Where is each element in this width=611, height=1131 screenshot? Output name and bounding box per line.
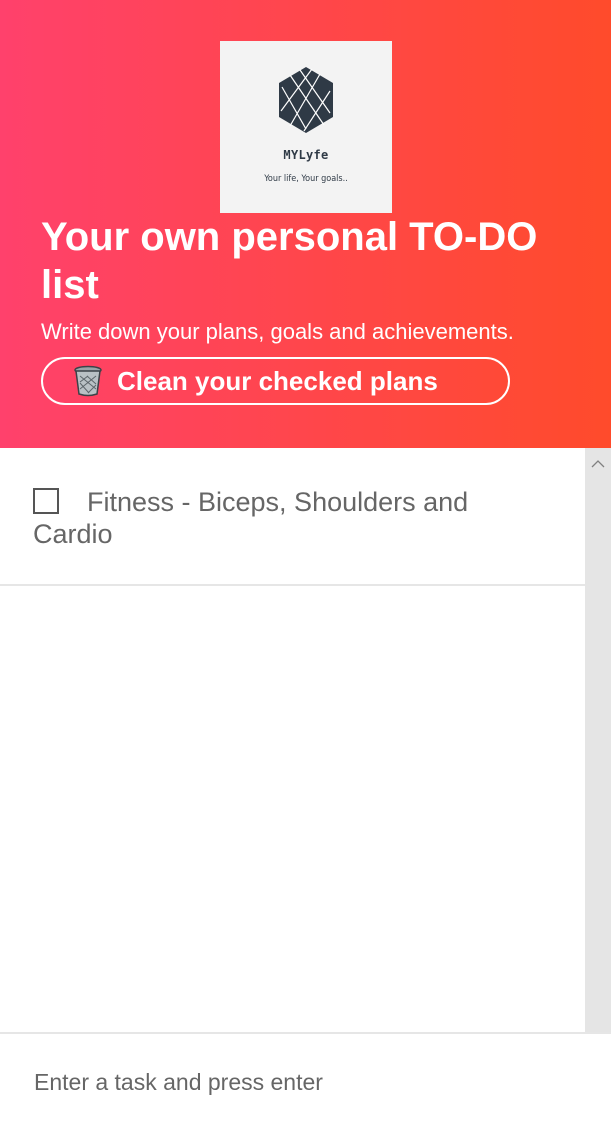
task-input[interactable]: [34, 1062, 574, 1102]
logo-name: MYLyfe: [283, 148, 329, 162]
hexagon-logo-icon: [279, 67, 333, 133]
list-item: Fitness - Biceps, Shoulders and Cardio: [0, 448, 585, 586]
clean-button-label: Clean your checked plans: [117, 365, 438, 396]
clean-checked-button[interactable]: Clean your checked plans: [41, 357, 510, 405]
task-list: Fitness - Biceps, Shoulders and Cardio: [0, 448, 585, 1032]
hero-header: MYLyfe Your life, Your goals.. Your own …: [0, 0, 611, 448]
scrollbar[interactable]: [585, 448, 611, 1032]
page-subtitle: Write down your plans, goals and achieve…: [41, 319, 514, 344]
todo-app: MYLyfe Your life, Your goals.. Your own …: [0, 0, 611, 1131]
scroll-up-arrow-icon[interactable]: [585, 448, 611, 478]
task-text[interactable]: Fitness - Biceps, Shoulders and Cardio: [33, 486, 533, 550]
logo-tagline: Your life, Your goals..: [264, 174, 348, 184]
logo: MYLyfe Your life, Your goals..: [220, 41, 392, 213]
task-input-bar: [0, 1032, 611, 1131]
trash-icon: [74, 365, 102, 397]
page-title: Your own personal TO-DO list: [41, 215, 538, 307]
